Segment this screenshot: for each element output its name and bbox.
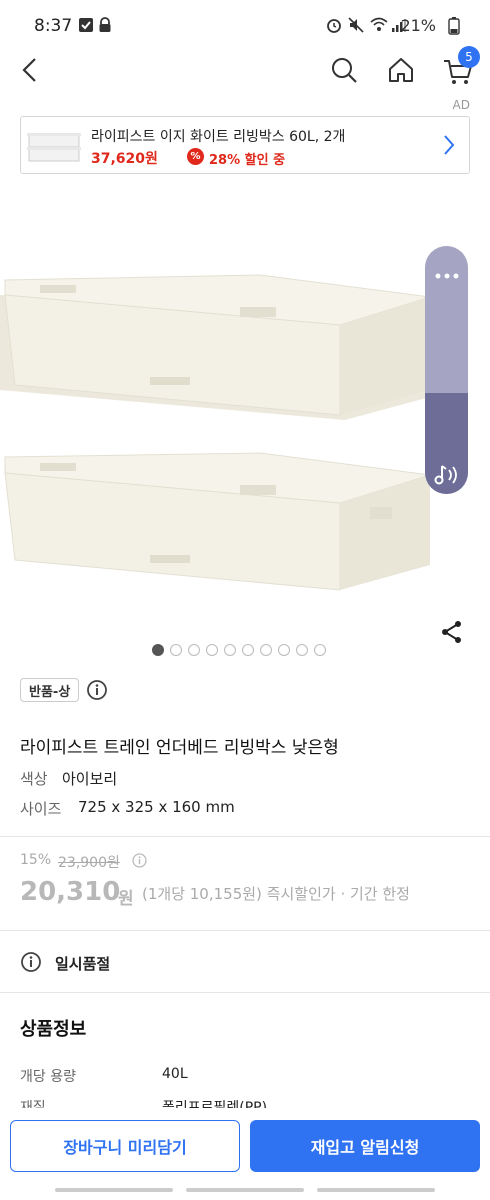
status-time: 8:37 <box>34 16 73 36</box>
screen: 8:37 21% 5 AD 라이피스트 이지 화이트 리빙박스 60L, 2개 … <box>0 0 490 1200</box>
option-value: 725 x 325 x 160 mm <box>78 798 235 816</box>
lock-notification-icon <box>98 17 112 35</box>
home-icon <box>389 58 413 82</box>
spec-key: 개당 용량 <box>20 1069 76 1085</box>
price-unit: 원 <box>118 889 134 909</box>
alarm-icon <box>326 17 342 35</box>
info-icon[interactable] <box>86 679 108 705</box>
pagination-dot[interactable] <box>278 644 290 656</box>
ad-discount: 28% 할인 중 <box>209 153 286 168</box>
restock-alert-button[interactable]: 재입고 알림신청 <box>250 1120 480 1172</box>
soldout-info-icon <box>20 951 42 977</box>
product-image[interactable] <box>0 185 490 630</box>
discount-icon: % <box>187 148 204 165</box>
status-bar: 8:37 21% <box>0 0 490 52</box>
search-icon <box>332 58 357 83</box>
pagination-dot[interactable] <box>296 644 308 656</box>
pagination-dot[interactable] <box>170 644 182 656</box>
pagination-dot[interactable] <box>152 644 164 656</box>
pagination-dot[interactable] <box>206 644 218 656</box>
nav-gesture-hint <box>186 1188 304 1192</box>
ad-label: AD <box>452 98 470 112</box>
pagination-dot[interactable] <box>242 644 254 656</box>
battery-level: 21% <box>400 16 436 35</box>
option-label: 사이즈 <box>20 800 62 818</box>
pagination-dot[interactable] <box>314 644 326 656</box>
option-label: 색상 <box>20 770 48 788</box>
search-button[interactable] <box>326 52 362 88</box>
share-button[interactable] <box>440 620 464 648</box>
discount-rate: 15% <box>20 852 52 868</box>
chevron-left-icon <box>22 58 36 82</box>
nav-gesture-hint <box>55 1188 173 1192</box>
back-button[interactable] <box>12 52 48 88</box>
return-grade-badge: 반품-상 <box>20 678 80 702</box>
divider <box>0 992 490 993</box>
ad-product-thumbnail <box>25 125 83 167</box>
battery-icon <box>448 17 460 35</box>
divider <box>0 930 490 931</box>
mute-icon <box>348 17 364 35</box>
nav-gesture-hint <box>317 1188 435 1192</box>
bottom-action-bar: 장바구니 미리담기 재입고 알림신청 <box>0 1108 490 1200</box>
checkbox-notification-icon <box>78 17 94 35</box>
divider <box>0 836 490 837</box>
ad-title: 라이피스트 이지 화이트 리빙박스 60L, 2개 <box>91 129 346 145</box>
option-value: 아이보리 <box>62 770 118 788</box>
cart-count-badge: 5 <box>458 46 480 68</box>
price-note: (1개당 10,155원) 즉시할인가 · 기간 한정 <box>142 885 410 903</box>
stock-status: 일시품절 <box>55 955 111 973</box>
ad-price: 37,620원 <box>91 151 158 167</box>
sale-price: 20,310 <box>20 877 121 907</box>
product-title: 라이피스트 트레인 언더베드 리빙박스 낮은형 <box>20 738 339 758</box>
audio-icon[interactable] <box>434 464 460 490</box>
wifi-icon <box>370 17 388 35</box>
share-icon <box>442 621 461 643</box>
original-price: 23,900원 <box>58 855 120 871</box>
floating-side-panel[interactable] <box>425 246 468 494</box>
pagination-dot[interactable] <box>224 644 236 656</box>
spec-value: 40L <box>162 1066 188 1082</box>
chevron-right-icon <box>443 134 455 160</box>
specs-title: 상품정보 <box>20 1019 87 1040</box>
pagination-dot[interactable] <box>188 644 200 656</box>
image-pagination[interactable] <box>152 644 326 656</box>
price-info-icon[interactable] <box>132 853 147 872</box>
more-options-icon[interactable] <box>435 264 459 283</box>
pagination-dot[interactable] <box>260 644 272 656</box>
ad-banner[interactable]: 라이피스트 이지 화이트 리빙박스 60L, 2개 37,620원 % 28% … <box>20 116 470 174</box>
home-button[interactable] <box>383 52 419 88</box>
add-to-cart-button[interactable]: 장바구니 미리담기 <box>10 1120 240 1172</box>
